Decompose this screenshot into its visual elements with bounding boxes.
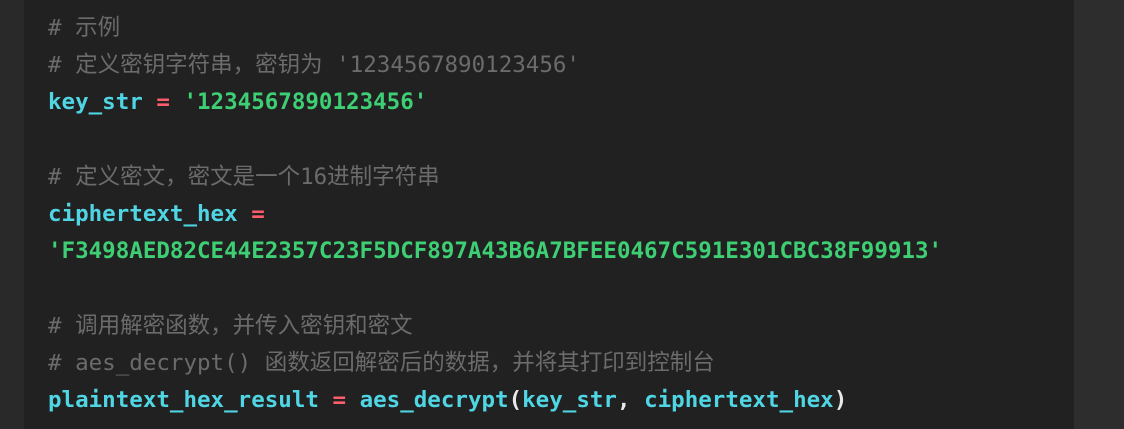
variable-name: ciphertext_hex [48, 200, 238, 227]
code-line-7[interactable]: 'F3498AED82CE44E2357C23F5DCF897A43B6A7BF… [48, 233, 942, 270]
code-line-3[interactable]: key_str = '1234567890123456' [48, 84, 942, 121]
comment-text: # 调用解密函数，并传入密钥和密文 [48, 312, 413, 339]
comment-text: # aes_decrypt() 函数返回解密后的数据，并将其打印到控制台 [48, 349, 715, 376]
code-line-5[interactable]: # 定义密文，密文是一个16进制字符串 [48, 159, 942, 196]
code-line-9[interactable]: # 调用解密函数，并传入密钥和密文 [48, 308, 942, 345]
close-paren: ) [833, 386, 848, 413]
variable-name: plaintext_hex_result [48, 386, 319, 413]
argument-key-str: key_str [522, 386, 617, 413]
editor-right-gutter [1074, 0, 1124, 429]
code-line-1[interactable]: # 示例 [48, 10, 942, 47]
comment-text: # 定义密文，密文是一个16进制字符串 [48, 163, 440, 190]
argument-ciphertext-hex: ciphertext_hex [644, 386, 834, 413]
string-literal: 'F3498AED82CE44E2357C23F5DCF897A43B6A7BF… [48, 238, 943, 265]
variable-name: key_str [48, 89, 143, 116]
comma-separator: , [616, 386, 645, 413]
code-line-11[interactable]: plaintext_hex_result = aes_decrypt(key_s… [48, 382, 942, 419]
code-line-10[interactable]: # aes_decrypt() 函数返回解密后的数据，并将其打印到控制台 [48, 345, 942, 382]
open-paren: ( [508, 386, 523, 413]
app-window: # 示例 # 定义密钥字符串，密钥为 '1234567890123456' key_… [0, 0, 1124, 429]
assignment-operator: = [142, 89, 184, 116]
assignment-operator: = [237, 200, 265, 227]
assignment-operator: = [318, 386, 360, 413]
code-line-6[interactable]: ciphertext_hex = [48, 196, 942, 233]
string-literal: '1234567890123456' [183, 89, 428, 116]
code-line-2[interactable]: # 定义密钥字符串，密钥为 '1234567890123456' [48, 47, 942, 84]
code-editor[interactable]: # 示例 # 定义密钥字符串，密钥为 '1234567890123456' key_… [48, 10, 942, 419]
function-name: aes_decrypt [359, 386, 509, 413]
comment-text: # 定义密钥字符串，密钥为 '1234567890123456' [48, 52, 580, 79]
comment-text: # 示例 [48, 15, 121, 41]
blank-line[interactable] [48, 270, 942, 307]
blank-line[interactable] [48, 122, 942, 159]
